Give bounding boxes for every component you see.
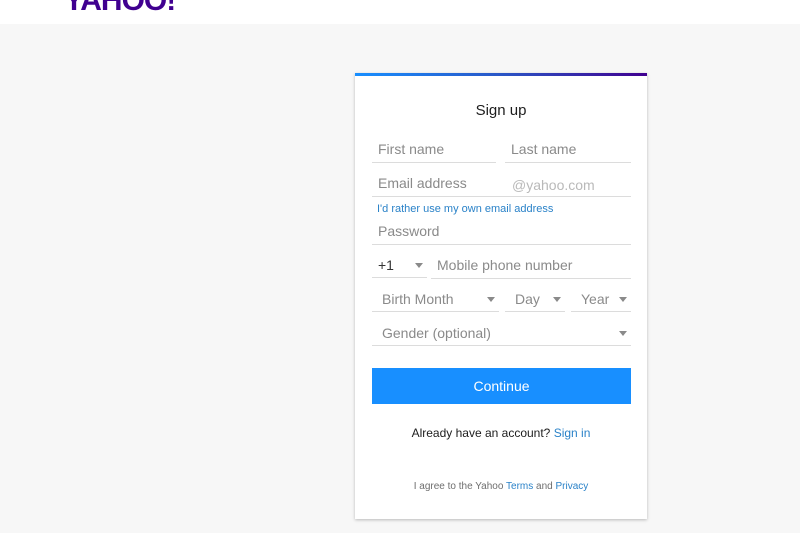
terms-text: I agree to the Yahoo Terms and Privacy <box>355 481 647 492</box>
own-email-link[interactable]: I'd rather use my own email address <box>377 203 553 215</box>
phone-input[interactable] <box>431 254 631 276</box>
last-name-input[interactable] <box>505 138 631 160</box>
birth-month-value: Birth Month <box>382 291 454 307</box>
chevron-down-icon <box>487 297 495 302</box>
terms-link[interactable]: Terms <box>506 481 533 492</box>
continue-button[interactable]: Continue <box>372 368 631 404</box>
birth-day-select[interactable]: Day <box>505 288 565 312</box>
chevron-down-icon <box>415 263 423 268</box>
page-title: Sign up <box>475 102 527 119</box>
chevron-down-icon <box>619 297 627 302</box>
email-field: @yahoo.com <box>372 172 631 197</box>
yahoo-logo[interactable]: YAHOO! <box>64 0 176 18</box>
last-name-field <box>505 138 631 163</box>
chevron-down-icon <box>619 331 627 336</box>
sign-in-link[interactable]: Sign in <box>554 426 591 440</box>
birth-year-select[interactable]: Year <box>571 288 631 312</box>
password-input[interactable] <box>372 220 631 242</box>
country-code-select[interactable]: +1 <box>372 254 427 278</box>
phone-field <box>431 254 631 279</box>
gender-value: Gender (optional) <box>382 325 491 341</box>
first-name-input[interactable] <box>372 138 496 160</box>
birth-year-value: Year <box>581 291 610 307</box>
birth-month-select[interactable]: Birth Month <box>372 288 499 312</box>
birth-day-value: Day <box>515 291 540 307</box>
password-field <box>372 220 631 245</box>
signup-card: Sign up @yahoo.com I'd rather use my own… <box>355 73 647 519</box>
chevron-down-icon <box>553 297 561 302</box>
already-account-label: Already have an account? <box>411 426 551 440</box>
terms-and: and <box>536 481 553 492</box>
email-input[interactable] <box>372 172 502 194</box>
top-header: YAHOO! <box>0 0 800 24</box>
first-name-field <box>372 138 496 163</box>
already-account-text: Already have an account? Sign in <box>355 426 647 440</box>
terms-prefix: I agree to the Yahoo <box>413 481 504 492</box>
email-domain-suffix: @yahoo.com <box>512 177 595 193</box>
privacy-link[interactable]: Privacy <box>556 481 589 492</box>
gender-select[interactable]: Gender (optional) <box>372 322 631 346</box>
country-code-value: +1 <box>378 257 394 273</box>
card-accent-bar <box>355 73 647 76</box>
